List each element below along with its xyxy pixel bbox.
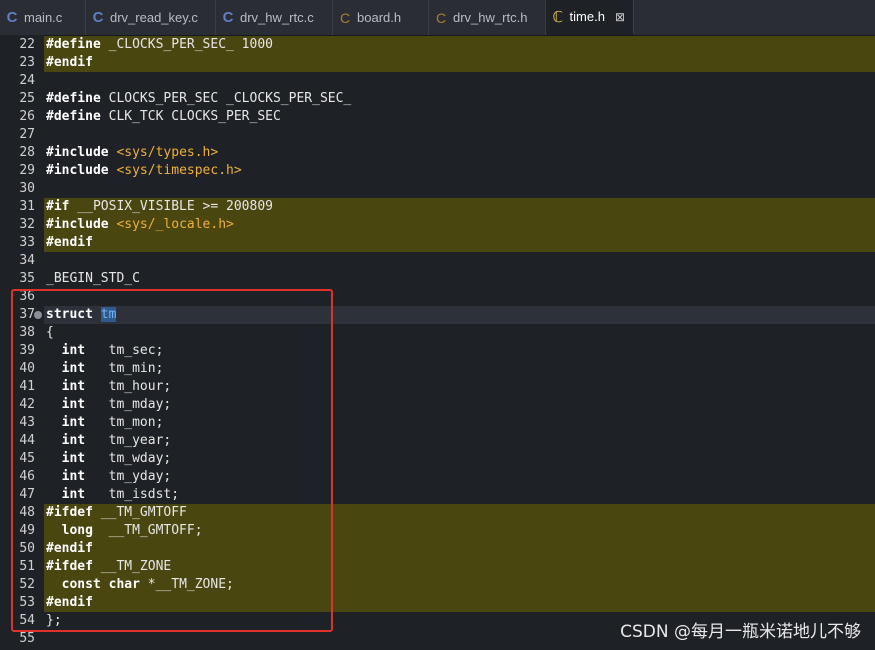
code-line[interactable]: 25 #define CLOCKS_PER_SEC _CLOCKS_PER_SEC… — [0, 90, 875, 108]
line-number: 55 — [19, 631, 35, 646]
tab-label: drv_hw_rtc.h — [453, 10, 528, 25]
c-file-icon: C — [92, 9, 104, 26]
string-token: <sys/timespec.h> — [116, 163, 242, 178]
code-line[interactable]: 27 — [0, 126, 875, 144]
line-number: 25 — [19, 91, 35, 106]
h-file-icon: C — [339, 9, 351, 26]
tab-main-c[interactable]: Cmain.c — [0, 0, 86, 35]
code-text: #include <sys/types.h> — [44, 144, 875, 162]
code-text: #endif — [44, 54, 875, 72]
line-number: 30 — [19, 181, 35, 196]
c-file-icon: C — [6, 9, 18, 26]
tab-label: board.h — [357, 10, 402, 25]
code-token: _CLOCKS_PER_SEC_ 1000 — [100, 37, 273, 52]
line-number: 23 — [19, 55, 35, 70]
keyword-token: #define — [46, 109, 101, 124]
close-tab-icon[interactable]: ⊠ — [615, 10, 625, 24]
keyword-token: #include — [46, 163, 109, 178]
code-text: #define _CLOCKS_PER_SEC_ 1000 — [44, 36, 875, 54]
line-number: 33 — [19, 235, 35, 250]
tab-label: time.h — [569, 9, 605, 24]
code-token: _BEGIN_STD_C — [46, 271, 140, 286]
tab-drv-hw-rtc-c[interactable]: Cdrv_hw_rtc.c — [216, 0, 333, 35]
code-token: CLOCKS_PER_SEC _CLOCKS_PER_SEC_ — [100, 91, 352, 106]
code-line[interactable]: 32 #include <sys/_locale.h> — [0, 216, 875, 234]
line-number: 22 — [19, 37, 35, 52]
code-text: #endif — [44, 234, 875, 252]
code-text: #define CLK_TCK CLOCKS_PER_SEC — [44, 108, 875, 126]
code-line[interactable]: 26 #define CLK_TCK CLOCKS_PER_SEC — [0, 108, 875, 126]
line-number: 32 — [19, 217, 35, 232]
code-token: __POSIX_VISIBLE >= 200809 — [69, 199, 273, 214]
code-text: #include <sys/timespec.h> — [44, 162, 875, 180]
code-line[interactable]: 28 #include <sys/types.h> — [0, 144, 875, 162]
watermark: CSDN @每月一瓶米诺地儿不够 — [620, 622, 861, 642]
keyword-token: #define — [46, 91, 101, 106]
code-line[interactable]: 29 #include <sys/timespec.h> — [0, 162, 875, 180]
line-number: 26 — [19, 109, 35, 124]
code-line[interactable]: 35 _BEGIN_STD_C — [0, 270, 875, 288]
tab-label: drv_hw_rtc.c — [240, 10, 314, 25]
code-token: CLK_TCK CLOCKS_PER_SEC — [100, 109, 281, 124]
keyword-token: #include — [46, 217, 109, 232]
code-line[interactable]: 23 #endif — [0, 54, 875, 72]
tab-label: drv_read_key.c — [110, 10, 198, 25]
line-number: 34 — [19, 253, 35, 268]
code-line[interactable]: 31 #if __POSIX_VISIBLE >= 200809 — [0, 198, 875, 216]
tab-time-h[interactable]: ℂtime.h ⊠ — [546, 0, 634, 35]
line-number: 31 — [19, 199, 35, 214]
editor-tab-bar: Cmain.c Cdrv_read_key.c Cdrv_hw_rtc.c Cboar… — [0, 0, 875, 36]
line-number: 35 — [19, 271, 35, 286]
line-number: 24 — [19, 73, 35, 88]
tab-board-h[interactable]: Cboard.h — [333, 0, 429, 35]
code-text: #include <sys/_locale.h> — [44, 216, 875, 234]
code-line[interactable]: 34 — [0, 252, 875, 270]
code-text: _BEGIN_STD_C — [44, 270, 875, 288]
keyword-token: #if — [46, 199, 70, 214]
keyword-token: #include — [46, 145, 109, 160]
code-text: #if __POSIX_VISIBLE >= 200809 — [44, 198, 875, 216]
keyword-token: #define — [46, 37, 101, 52]
keyword-token: #endif — [46, 55, 93, 70]
code-line[interactable]: 24 — [0, 72, 875, 90]
keyword-token: #endif — [46, 235, 93, 250]
tab-drv-hw-rtc-h[interactable]: Cdrv_hw_rtc.h — [429, 0, 546, 35]
code-line[interactable]: 22 #define _CLOCKS_PER_SEC_ 1000 — [0, 36, 875, 54]
tab-label: main.c — [24, 10, 63, 25]
annotation-highlight-box — [11, 289, 333, 632]
code-line[interactable]: 30 — [0, 180, 875, 198]
string-token: <sys/_locale.h> — [116, 217, 234, 232]
h-file-icon: C — [435, 9, 447, 26]
line-number: 27 — [19, 127, 35, 142]
c-file-icon: C — [222, 9, 234, 26]
code-line[interactable]: 33 #endif — [0, 234, 875, 252]
line-number: 29 — [19, 163, 35, 178]
active-header-icon: ℂ — [552, 8, 563, 26]
string-token: <sys/types.h> — [116, 145, 219, 160]
code-text: #define CLOCKS_PER_SEC _CLOCKS_PER_SEC_ — [44, 90, 875, 108]
line-number: 28 — [19, 145, 35, 160]
tab-drv-read-key-c[interactable]: Cdrv_read_key.c — [86, 0, 216, 35]
